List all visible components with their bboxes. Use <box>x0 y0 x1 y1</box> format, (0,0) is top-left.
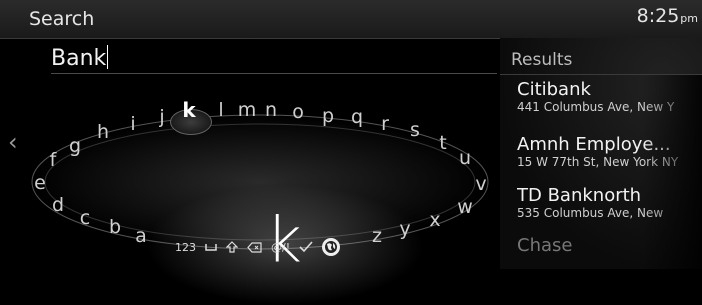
result-name: Amnh Employe... <box>517 135 671 155</box>
letter-key-z[interactable]: z <box>372 225 382 247</box>
result-name: TD Banknorth <box>517 186 642 206</box>
text-cursor <box>107 45 109 69</box>
letter-key-g[interactable]: g <box>69 135 81 157</box>
page-title: Search <box>29 8 95 30</box>
letter-key-h[interactable]: h <box>97 121 109 143</box>
search-underline <box>51 73 497 74</box>
symbols-key[interactable]: @/! <box>271 241 290 254</box>
results-divider <box>500 74 702 75</box>
letter-key-k[interactable]: k <box>182 98 195 122</box>
result-address: 535 Columbus Ave, New <box>517 206 664 220</box>
clock-ampm: pm <box>680 12 698 25</box>
result-item[interactable]: Chase <box>517 236 702 256</box>
result-address: 441 Columbus Ave, New Y <box>517 100 675 114</box>
search-query: Bank <box>51 46 107 71</box>
letter-dial[interactable]: abcdefghijklmnopqrstuvwxyz k <box>25 90 495 305</box>
letter-key-j[interactable]: j <box>159 106 164 128</box>
result-item[interactable]: Amnh Employe... 15 W 77th St, New York N… <box>517 135 702 169</box>
globe-icon[interactable] <box>322 238 341 256</box>
letter-key-f[interactable]: f <box>50 149 57 171</box>
function-keys: 123 @/! <box>175 236 341 258</box>
numbers-key[interactable]: 123 <box>175 241 196 254</box>
letter-key-r[interactable]: r <box>381 113 389 135</box>
letter-key-y[interactable]: y <box>399 218 410 240</box>
backspace-icon[interactable] <box>247 241 262 253</box>
letter-key-a[interactable]: a <box>135 225 147 247</box>
result-name: Chase <box>517 236 573 256</box>
chevron-left-icon[interactable]: ‹ <box>8 128 18 156</box>
result-address: 15 W 77th St, New York NY <box>517 155 679 169</box>
checkmark-icon[interactable] <box>299 241 313 253</box>
letter-key-t[interactable]: t <box>439 132 446 154</box>
letter-key-p[interactable]: p <box>322 105 334 127</box>
clock: 8:25pm <box>637 5 698 27</box>
letter-key-i[interactable]: i <box>130 113 135 135</box>
letter-key-o[interactable]: o <box>292 101 304 123</box>
letter-key-c[interactable]: c <box>80 207 90 229</box>
letter-key-w[interactable]: w <box>457 196 473 218</box>
result-name: Citibank <box>517 80 591 100</box>
space-icon[interactable] <box>205 243 217 251</box>
result-item[interactable]: TD Banknorth 535 Columbus Ave, New <box>517 186 702 220</box>
letter-key-m[interactable]: m <box>238 99 257 121</box>
letter-key-q[interactable]: q <box>351 106 363 128</box>
letter-key-e[interactable]: e <box>34 172 46 194</box>
letter-key-v[interactable]: v <box>475 173 486 195</box>
letter-key-d[interactable]: d <box>52 194 64 216</box>
header-bar <box>0 0 702 39</box>
shift-icon[interactable] <box>226 241 238 253</box>
letter-key-l[interactable]: l <box>218 99 223 121</box>
result-item[interactable]: Citibank 441 Columbus Ave, New Y <box>517 80 702 114</box>
clock-time: 8:25 <box>636 5 680 27</box>
letter-key-n[interactable]: n <box>265 99 277 121</box>
letter-key-s[interactable]: s <box>410 119 420 141</box>
letter-key-b[interactable]: b <box>109 216 121 238</box>
letter-key-x[interactable]: x <box>429 209 440 231</box>
letter-key-u[interactable]: u <box>459 147 471 169</box>
search-input[interactable]: Bank <box>51 45 109 71</box>
results-header: Results <box>511 50 573 70</box>
